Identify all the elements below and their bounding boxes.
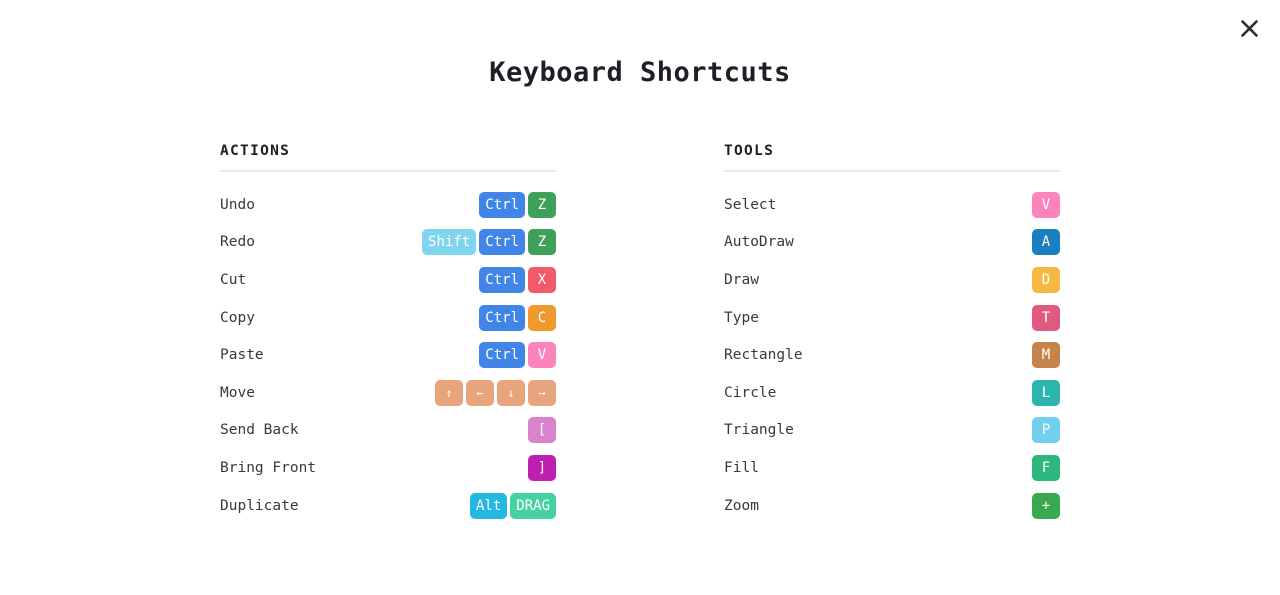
shortcut-row: Undo Ctrl Z xyxy=(220,186,556,224)
shortcut-row: Select V xyxy=(724,186,1060,224)
shortcut-keys: M xyxy=(1032,342,1060,369)
shortcut-row: Rectangle M xyxy=(724,336,1060,374)
key-badge: Ctrl xyxy=(479,229,525,256)
key-badge: ← xyxy=(466,379,494,406)
key-badge: P xyxy=(1032,417,1060,444)
shortcut-keys: Ctrl C xyxy=(479,304,556,331)
section-header-actions: ACTIONS xyxy=(220,143,291,159)
shortcut-keys: D xyxy=(1032,266,1060,293)
shortcut-keys: V xyxy=(1032,191,1060,218)
key-badge: V xyxy=(528,342,556,369)
shortcut-label: Circle xyxy=(724,384,777,401)
shortcut-keys: F xyxy=(1032,454,1060,481)
shortcut-label: Cut xyxy=(220,271,247,288)
key-badge: C xyxy=(528,304,556,331)
key-badge: Ctrl xyxy=(479,266,525,293)
shortcut-row: AutoDraw A xyxy=(724,224,1060,262)
page-title: Keyboard Shortcuts xyxy=(489,57,791,88)
shortcut-keys: A xyxy=(1032,229,1060,256)
shortcut-keys: T xyxy=(1032,304,1060,331)
shortcut-row: Zoom + xyxy=(724,487,1060,525)
shortcut-row: Send Back [ xyxy=(220,412,556,450)
shortcut-label: Move xyxy=(220,384,255,401)
shortcut-column-actions: ACTIONS Undo Ctrl Z Redo Shift Ctrl Z Cut Ctrl X Co… xyxy=(220,143,556,524)
key-badge: M xyxy=(1032,342,1060,369)
key-badge: Shift xyxy=(422,229,477,256)
key-badge: + xyxy=(1032,492,1060,519)
shortcut-label: AutoDraw xyxy=(724,234,794,251)
shortcut-keys: L xyxy=(1032,379,1060,406)
shortcut-label: Triangle xyxy=(724,422,794,439)
shortcut-keys: Shift Ctrl Z xyxy=(422,229,556,256)
key-badge: V xyxy=(1032,191,1060,218)
shortcut-row: Circle L xyxy=(724,374,1060,412)
key-badge: Ctrl xyxy=(479,191,525,218)
key-badge: A xyxy=(1032,229,1060,256)
shortcut-row: Move ↑ ← ↓ → xyxy=(220,374,556,412)
shortcut-row: Bring Front] xyxy=(220,449,556,487)
shortcut-keys: Alt DRAG xyxy=(469,492,556,519)
shortcut-columns: ACTIONS Undo Ctrl Z Redo Shift Ctrl Z Cut Ctrl X Co… xyxy=(220,143,1060,524)
shortcut-row: Triangle P xyxy=(724,412,1060,450)
shortcut-column-tools: TOOLS Select V AutoDraw A Draw D Type T Rectangle… xyxy=(724,143,1060,524)
shortcut-label: Copy xyxy=(220,309,255,326)
shortcut-row: Cut Ctrl X xyxy=(220,261,556,299)
shortcut-keys: Ctrl V xyxy=(479,342,556,369)
key-badge: L xyxy=(1032,379,1060,406)
shortcut-keys: P xyxy=(1032,417,1060,444)
shortcut-label: Send Back xyxy=(220,422,299,439)
shortcut-keys: Ctrl X xyxy=(479,266,556,293)
shortcut-label: Bring Front xyxy=(220,459,317,476)
key-badge: Alt xyxy=(469,492,508,519)
shortcut-label: Type xyxy=(724,309,759,326)
shortcut-keys: [ xyxy=(528,417,556,444)
key-badge: [ xyxy=(528,417,556,444)
shortcut-row: Redo Shift Ctrl Z xyxy=(220,224,556,262)
shortcut-label: Undo xyxy=(220,196,255,213)
close-icon xyxy=(1240,19,1259,38)
shortcut-keys: + xyxy=(1032,492,1060,519)
shortcut-keys: ↑ ← ↓ → xyxy=(435,379,556,406)
shortcut-row: Fill F xyxy=(724,449,1060,487)
key-badge: Z xyxy=(528,229,556,256)
key-badge: DRAG xyxy=(510,492,556,519)
shortcut-label: Select xyxy=(724,196,777,213)
section-header-tools: TOOLS xyxy=(724,143,775,159)
shortcut-keys: ] xyxy=(528,454,556,481)
shortcut-label: Draw xyxy=(724,271,759,288)
shortcut-label: Duplicate xyxy=(220,497,299,514)
key-badge: Ctrl xyxy=(479,304,525,331)
key-badge: D xyxy=(1032,266,1060,293)
shortcut-label: Redo xyxy=(220,234,255,251)
key-badge: ↑ xyxy=(435,379,463,406)
key-badge: T xyxy=(1032,304,1060,331)
shortcut-keys: Ctrl Z xyxy=(479,191,556,218)
shortcut-label: Fill xyxy=(724,459,759,476)
shortcut-row: Paste Ctrl V xyxy=(220,336,556,374)
close-button[interactable] xyxy=(1234,13,1264,43)
key-badge: X xyxy=(528,266,556,293)
key-badge: Ctrl xyxy=(479,342,525,369)
key-badge: → xyxy=(528,379,556,406)
shortcut-row: Type T xyxy=(724,299,1060,337)
shortcut-label: Zoom xyxy=(724,497,759,514)
shortcut-row: Draw D xyxy=(724,261,1060,299)
key-badge: F xyxy=(1032,454,1060,481)
key-badge: ] xyxy=(528,454,556,481)
shortcut-row: Duplicate Alt DRAG xyxy=(220,487,556,525)
shortcut-label: Rectangle xyxy=(724,347,803,364)
key-badge: ↓ xyxy=(497,379,525,406)
section-divider xyxy=(220,170,556,172)
shortcut-label: Paste xyxy=(220,347,264,364)
key-badge: Z xyxy=(528,191,556,218)
shortcut-row: Copy Ctrl C xyxy=(220,299,556,337)
section-divider xyxy=(724,170,1060,172)
